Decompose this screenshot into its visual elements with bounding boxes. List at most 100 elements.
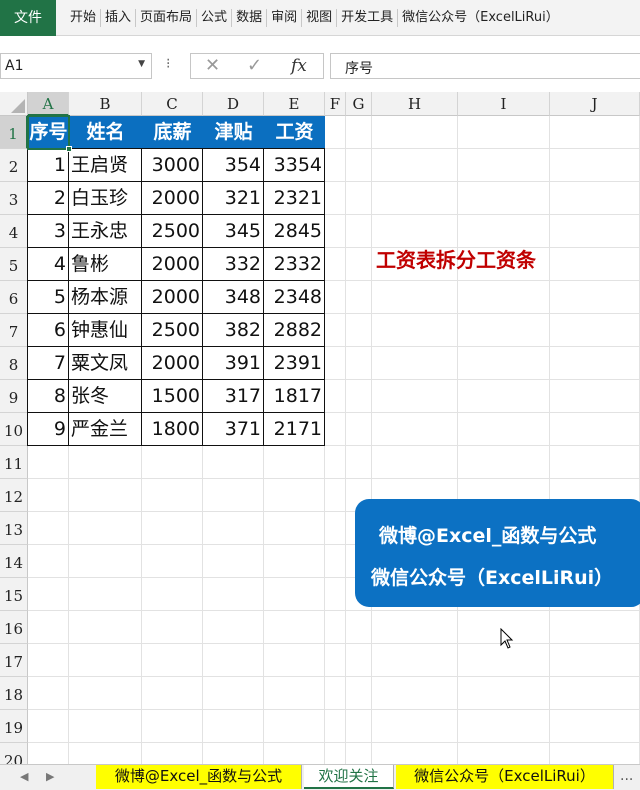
table-cell[interactable]: 2332: [264, 248, 325, 281]
scroll-right-icon[interactable]: ▶: [46, 770, 54, 783]
table-cell[interactable]: 382: [203, 314, 264, 347]
formula-input[interactable]: 序号: [330, 53, 640, 79]
worksheet-grid[interactable]: A B C D E F G H I J 1 2 3 4 5 6 7 8 9 10 11 12 13 14 15 16 17 18 19 2…: [0, 92, 640, 764]
enter-icon[interactable]: ✓: [247, 55, 262, 76]
table-cell[interactable]: 2321: [264, 182, 325, 215]
ribbon-tab[interactable]: 开始: [66, 9, 102, 27]
table-cell[interactable]: 317: [203, 380, 264, 413]
table-cell[interactable]: 391: [203, 347, 264, 380]
insert-function-icon[interactable]: fx: [291, 56, 307, 76]
row-header[interactable]: 5: [0, 248, 28, 281]
row-header[interactable]: 4: [0, 215, 28, 248]
chevron-down-icon[interactable]: ▼: [138, 59, 145, 69]
row-header[interactable]: 10: [0, 413, 28, 446]
row-header[interactable]: 9: [0, 380, 28, 413]
table-cell[interactable]: 2391: [264, 347, 325, 380]
table-cell[interactable]: 9: [28, 413, 69, 446]
table-cell[interactable]: 2348: [264, 281, 325, 314]
scroll-left-icon[interactable]: ◀: [20, 770, 28, 783]
row-header[interactable]: 16: [0, 611, 28, 644]
row-header[interactable]: 1: [0, 116, 28, 149]
table-cell[interactable]: 1800: [142, 413, 203, 446]
ribbon-tab[interactable]: 数据: [232, 9, 268, 27]
ribbon-tab[interactable]: 公式: [197, 9, 233, 27]
ribbon-tab[interactable]: 插入: [101, 9, 137, 27]
column-header[interactable]: I: [458, 92, 550, 116]
column-header[interactable]: J: [550, 92, 640, 116]
row-header[interactable]: 17: [0, 644, 28, 677]
table-cell[interactable]: 2500: [142, 215, 203, 248]
sheet-tab[interactable]: 微博@Excel_函数与公式: [96, 765, 302, 789]
table-cell[interactable]: 张冬: [69, 380, 142, 413]
table-cell[interactable]: 钟惠仙: [69, 314, 142, 347]
file-tab[interactable]: 文件: [0, 0, 56, 36]
table-cell[interactable]: 1817: [264, 380, 325, 413]
table-cell[interactable]: 杨本源: [69, 281, 142, 314]
table-cell[interactable]: 354: [203, 149, 264, 182]
cancel-icon[interactable]: ✕: [205, 55, 220, 76]
name-box[interactable]: A1 ▼: [0, 53, 152, 79]
sheet-tab[interactable]: 微信公众号（ExcelLiRui）: [396, 765, 614, 789]
ribbon-tab[interactable]: 页面布局: [136, 9, 198, 27]
table-cell[interactable]: 2845: [264, 215, 325, 248]
table-cell[interactable]: 2171: [264, 413, 325, 446]
row-header[interactable]: 6: [0, 281, 28, 314]
table-header-cell[interactable]: 底薪: [142, 116, 203, 149]
table-cell[interactable]: 鲁彬: [69, 248, 142, 281]
table-cell[interactable]: 2000: [142, 281, 203, 314]
table-cell[interactable]: 3000: [142, 149, 203, 182]
table-cell[interactable]: 严金兰: [69, 413, 142, 446]
column-header[interactable]: D: [203, 92, 264, 116]
table-cell[interactable]: 321: [203, 182, 264, 215]
table-cell[interactable]: 332: [203, 248, 264, 281]
table-cell[interactable]: 345: [203, 215, 264, 248]
table-cell[interactable]: 7: [28, 347, 69, 380]
row-header[interactable]: 8: [0, 347, 28, 380]
select-all-corner[interactable]: [0, 92, 28, 116]
row-header[interactable]: 15: [0, 578, 28, 611]
row-header[interactable]: 12: [0, 479, 28, 512]
table-cell[interactable]: 2000: [142, 182, 203, 215]
more-sheets-icon[interactable]: ...: [620, 768, 633, 784]
table-cell[interactable]: 2000: [142, 347, 203, 380]
column-header[interactable]: B: [69, 92, 142, 116]
table-cell[interactable]: 白玉珍: [69, 182, 142, 215]
column-header[interactable]: G: [346, 92, 372, 116]
row-header[interactable]: 2: [0, 149, 28, 182]
table-header-cell[interactable]: 姓名: [69, 116, 142, 149]
ribbon-tab[interactable]: 微信公众号（ExcelLiRui）: [398, 9, 563, 27]
table-cell[interactable]: 2000: [142, 248, 203, 281]
ribbon-tab[interactable]: 开发工具: [337, 9, 399, 27]
fill-handle[interactable]: [66, 146, 72, 152]
table-header-cell[interactable]: 津贴: [203, 116, 264, 149]
table-cell[interactable]: 1500: [142, 380, 203, 413]
row-header[interactable]: 13: [0, 512, 28, 545]
row-header[interactable]: 19: [0, 710, 28, 743]
table-cell[interactable]: 2: [28, 182, 69, 215]
row-header[interactable]: 3: [0, 182, 28, 215]
table-cell[interactable]: 371: [203, 413, 264, 446]
row-header[interactable]: 18: [0, 677, 28, 710]
column-header[interactable]: C: [142, 92, 203, 116]
table-header-cell[interactable]: 工资: [264, 116, 325, 149]
column-header[interactable]: E: [264, 92, 325, 116]
sheet-tab[interactable]: 欢迎关注: [304, 765, 394, 789]
table-cell[interactable]: 3354: [264, 149, 325, 182]
table-cell[interactable]: 8: [28, 380, 69, 413]
table-cell[interactable]: 1: [28, 149, 69, 182]
table-cell[interactable]: 5: [28, 281, 69, 314]
table-cell[interactable]: 王永忠: [69, 215, 142, 248]
table-cell[interactable]: 2500: [142, 314, 203, 347]
column-header[interactable]: H: [372, 92, 458, 116]
more-options-icon[interactable]: ⁝: [166, 56, 170, 72]
table-cell[interactable]: 粟文凤: [69, 347, 142, 380]
table-cell[interactable]: 2882: [264, 314, 325, 347]
ribbon-tab[interactable]: 视图: [302, 9, 338, 27]
row-header[interactable]: 11: [0, 446, 28, 479]
row-header[interactable]: 20: [0, 743, 28, 764]
table-cell[interactable]: 4: [28, 248, 69, 281]
table-cell[interactable]: 348: [203, 281, 264, 314]
table-cell[interactable]: 3: [28, 215, 69, 248]
table-cell[interactable]: 王启贤: [69, 149, 142, 182]
row-header[interactable]: 14: [0, 545, 28, 578]
